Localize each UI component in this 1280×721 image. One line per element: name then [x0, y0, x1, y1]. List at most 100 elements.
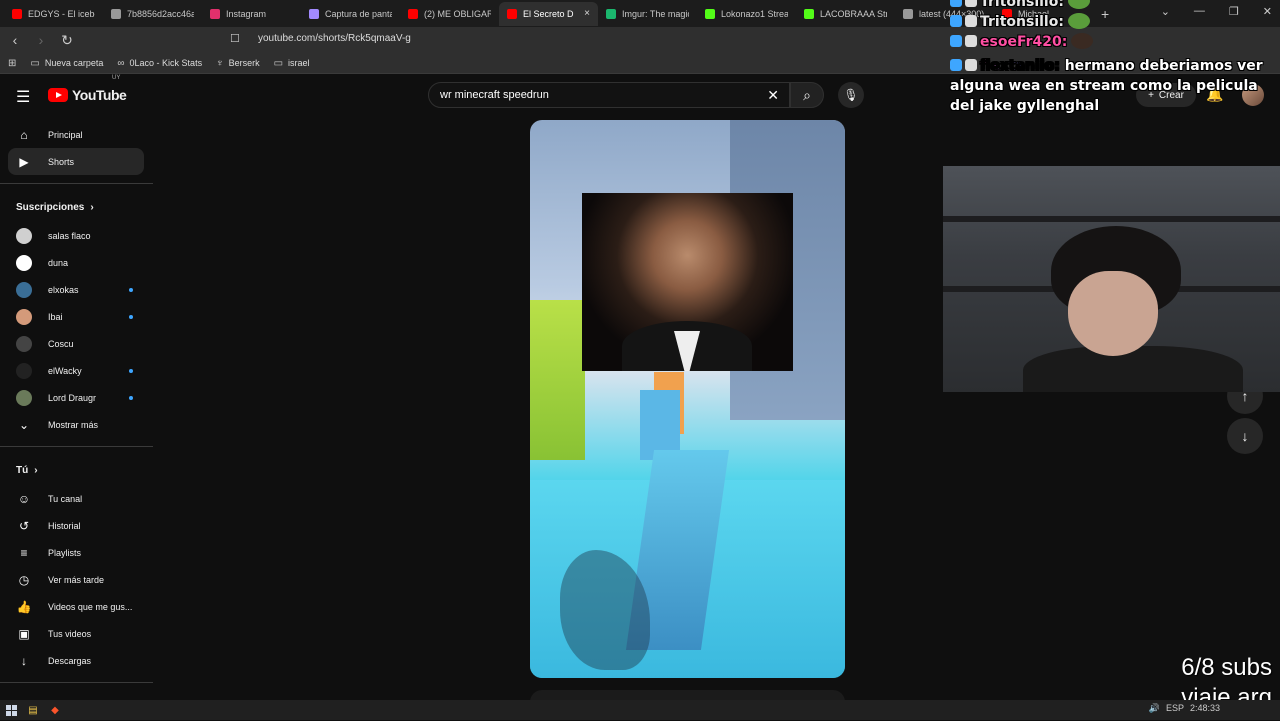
video-icon: ▣: [16, 627, 32, 641]
sub-badge-icon: [965, 59, 977, 71]
subscription-item[interactable]: salas flaco: [0, 222, 145, 249]
tab-favicon-icon: [12, 9, 22, 19]
browser-tab[interactable]: 7b8856d2acc46a1: [103, 2, 202, 26]
search-value: wr minecraft speedrun: [440, 89, 549, 101]
face: [1068, 271, 1158, 356]
live-indicator-icon: [129, 396, 133, 400]
speaker-icon[interactable]: 🔊: [1149, 703, 1160, 714]
sidebar-item-label: Tu canal: [48, 494, 82, 504]
chat-message: flextanilo: hermano deberiamos ver algun…: [946, 56, 1280, 116]
subscription-item[interactable]: Ibai: [0, 303, 145, 330]
subscription-label: duna: [48, 258, 68, 268]
sidebar-divider: [0, 446, 153, 447]
tab-title: LACOBRAAA Strea: [820, 9, 887, 19]
bookmark-item[interactable]: ∞0Laco - Kick Stats: [117, 58, 202, 69]
subscription-label: Ibai: [48, 312, 63, 322]
show-more-button[interactable]: ⌄Mostrar más: [0, 411, 145, 438]
apps-icon[interactable]: ⊞: [8, 58, 16, 69]
chat-message: esoeFr420:: [946, 32, 1280, 52]
youtube-play-icon: [48, 88, 68, 102]
subscription-item[interactable]: elWacky: [0, 357, 145, 384]
tab-title: Lokonazo1 Stream: [721, 9, 788, 19]
browser-tab[interactable]: Captura de pantalla: [301, 2, 400, 26]
tab-title: Imgur: The magic o: [622, 9, 689, 19]
chevron-right-icon: ›: [34, 465, 37, 476]
emote-icon: [1071, 33, 1093, 49]
sidebar-section-title[interactable]: Suscripciones›: [0, 192, 153, 222]
clock-icon: ◷: [16, 573, 32, 587]
bookmark-item[interactable]: ▭ Nueva carpeta: [30, 58, 103, 69]
browser-tab[interactable]: LACOBRAAA Strea: [796, 2, 895, 26]
history-icon: ↺: [16, 519, 32, 533]
sword-badge-icon: [950, 0, 962, 7]
channel-avatar: [16, 336, 32, 352]
chat-username: Tritonsillo:: [980, 0, 1064, 10]
windows-taskbar: ▤ ◆ 🔊 ESP 2:48:33: [0, 700, 1280, 720]
menu-icon[interactable]: ☰: [16, 87, 30, 107]
sidebar-item[interactable]: ☺Tu canal: [0, 485, 145, 512]
browser-tab[interactable]: El Secreto D×: [499, 2, 598, 26]
tab-favicon-icon: [111, 9, 121, 19]
browser-tab[interactable]: EDGYS - El iceberg: [4, 2, 103, 26]
tab-close-icon[interactable]: ×: [584, 8, 590, 19]
sidebar-item[interactable]: 👍Videos que me gus...: [0, 593, 145, 620]
voice-search-button[interactable]: 🎙: [838, 82, 864, 108]
browser-tab[interactable]: Instagram: [202, 2, 301, 26]
folder-icon: ▭: [30, 58, 39, 69]
sidebar-item[interactable]: ↓Descargas: [0, 647, 145, 674]
bookmark-item[interactable]: ♆Berserk: [216, 58, 260, 69]
language-indicator[interactable]: ESP: [1166, 703, 1184, 714]
reload-icon[interactable]: ↻: [60, 32, 74, 49]
back-icon[interactable]: ‹: [8, 32, 22, 48]
windows-start-icon[interactable]: [6, 705, 17, 716]
tab-favicon-icon: [210, 9, 220, 19]
sidebar-section-title[interactable]: Tú›: [0, 455, 153, 485]
sidebar: ⌂ Principal ▶Shorts Suscripciones›salas fla…: [0, 115, 153, 720]
forward-icon[interactable]: ›: [34, 32, 48, 48]
search-input[interactable]: wr minecraft speedrun ✕: [428, 82, 790, 108]
youtube-logo[interactable]: YouTube: [48, 87, 126, 103]
subscription-item[interactable]: Coscu: [0, 330, 145, 357]
tab-title: (2) ME OBLIGARON: [424, 9, 491, 19]
next-short-button[interactable]: ↓: [1227, 418, 1263, 454]
bookmark-label: israel: [288, 58, 310, 68]
short-video-player[interactable]: [530, 120, 845, 678]
browser-tab[interactable]: Lokonazo1 Stream: [697, 2, 796, 26]
bookmark-label: Nueva carpeta: [45, 58, 104, 68]
browser-tab[interactable]: Imgur: The magic o: [598, 2, 697, 26]
show-more-label: Mostrar más: [48, 420, 98, 430]
browser-tab[interactable]: (2) ME OBLIGARON: [400, 2, 499, 26]
subscription-item[interactable]: elxokas: [0, 276, 145, 303]
clear-search-icon[interactable]: ✕: [767, 87, 779, 104]
sidebar-item-label: Descargas: [48, 656, 91, 666]
playlist-icon: ≡: [16, 546, 32, 560]
shorts-icon: ▶: [16, 155, 32, 169]
sidebar-item[interactable]: ≡ Playlists: [0, 539, 145, 566]
channel-avatar: [16, 309, 32, 325]
subscription-item[interactable]: Lord Draugr: [0, 384, 145, 411]
subscription-label: Lord Draugr: [48, 393, 96, 403]
file-explorer-icon[interactable]: ▤: [27, 704, 39, 716]
sidebar-item[interactable]: ↺Historial: [0, 512, 145, 539]
chevron-right-icon: ›: [90, 202, 93, 213]
sidebar-item[interactable]: ▶Shorts: [8, 148, 144, 175]
url-field[interactable]: youtube.com/shorts/Rck5qmaaV-g: [258, 33, 411, 44]
logo-text: YouTube: [72, 87, 126, 103]
subs-goal-text: 6/8 subs: [1181, 654, 1272, 682]
bookmark-icon[interactable]: ☐: [230, 32, 240, 45]
clock-text[interactable]: 2:48:33: [1190, 703, 1220, 714]
home-icon: ⌂: [16, 128, 32, 142]
emote-icon: [1068, 13, 1090, 29]
bookmark-item[interactable]: ▭israel: [274, 58, 310, 69]
sidebar-item[interactable]: ⌂ Principal: [0, 121, 145, 148]
subscription-item[interactable]: duna: [0, 249, 145, 276]
search-button[interactable]: ⌕: [790, 82, 824, 108]
channel-avatar: [16, 282, 32, 298]
tab-favicon-icon: [408, 9, 418, 19]
sidebar-item[interactable]: ▣Tus videos: [0, 620, 145, 647]
sidebar-item-label: Playlists: [48, 548, 81, 558]
chat-message: Tritonsillo:: [946, 12, 1280, 32]
sidebar-item-label: Principal: [48, 130, 83, 140]
brave-browser-icon[interactable]: ◆: [49, 704, 61, 716]
sidebar-item[interactable]: ◷Ver más tarde: [0, 566, 145, 593]
